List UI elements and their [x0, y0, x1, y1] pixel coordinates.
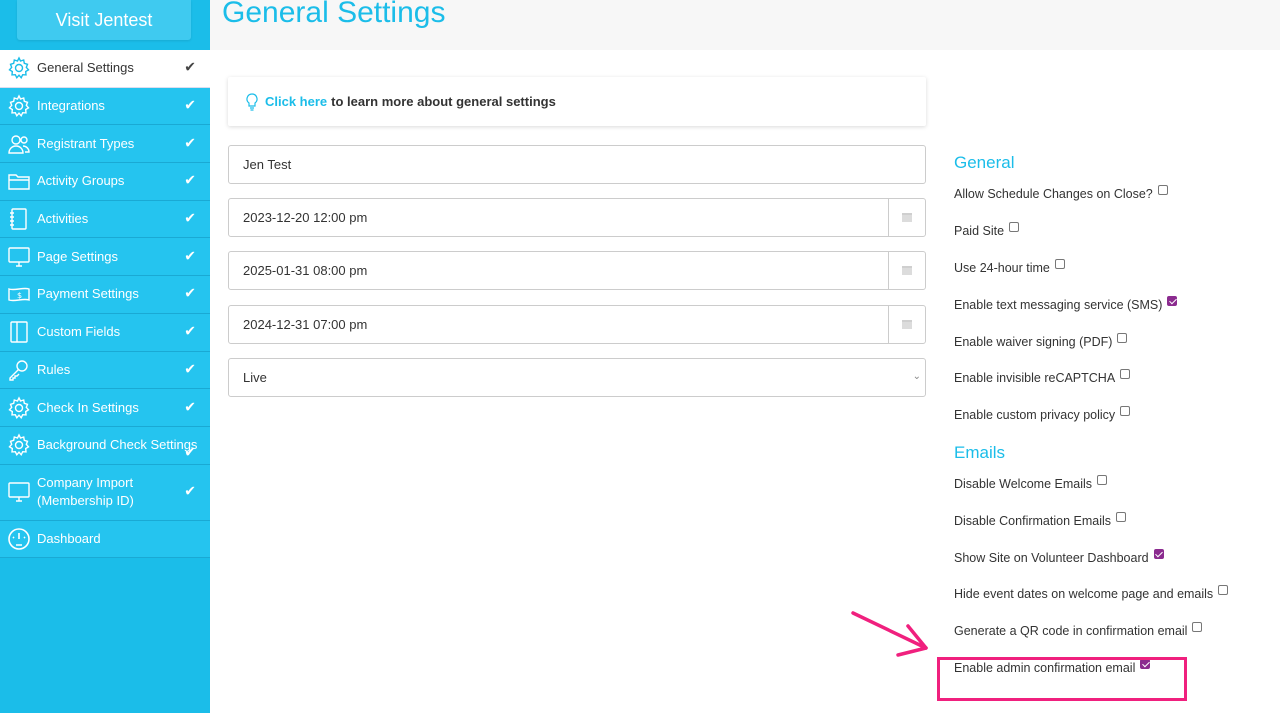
start-date-input[interactable]: 2023-12-20 12:00 pm	[228, 198, 926, 237]
checkbox[interactable]	[1218, 585, 1229, 596]
folder-icon	[0, 167, 37, 195]
calendar-icon[interactable]	[888, 199, 925, 236]
check-icon: ✔	[184, 398, 196, 415]
checkbox[interactable]	[1120, 369, 1131, 380]
sidebar-item-integrations[interactable]: Integrations ✔	[0, 87, 210, 126]
checkbox[interactable]	[1192, 622, 1203, 633]
check-icon: ✔	[184, 360, 196, 377]
gear-icon	[0, 394, 37, 422]
option-allow-schedule-changes: Allow Schedule Changes on Close?	[954, 176, 1274, 213]
option-sms: Enable text messaging service (SMS)	[954, 286, 1274, 323]
check-icon: ✔	[184, 96, 196, 113]
end-date-value: 2025-01-31 08:00 pm	[243, 263, 368, 278]
option-qr-code: Generate a QR code in confirmation email	[954, 613, 1274, 650]
lightbulb-icon	[246, 92, 258, 111]
option-24-hour-time: Use 24-hour time	[954, 250, 1274, 287]
sidebar-nav: General Settings ✔ Integrations ✔ Regist…	[0, 50, 210, 559]
checkbox[interactable]	[1167, 295, 1178, 306]
sidebar-item-background-check-settings[interactable]: Background Check Settings ✔	[0, 426, 210, 465]
sidebar-item-company-import[interactable]: Company Import (Membership ID) ✔	[0, 464, 210, 521]
close-date-input[interactable]: 2024-12-31 07:00 pm	[228, 305, 926, 344]
site-name-value: Jen Test	[243, 157, 292, 172]
money-icon: $	[0, 280, 37, 308]
highlight-box	[937, 657, 1187, 701]
chevron-down-icon: ⌄	[912, 371, 921, 382]
sidebar-item-dashboard[interactable]: Dashboard	[0, 520, 210, 559]
dashboard-icon	[0, 525, 37, 553]
status-select[interactable]: Live ⌄	[228, 358, 926, 397]
sidebar-item-activities[interactable]: Activities ✔	[0, 200, 210, 239]
key-icon	[0, 356, 37, 384]
monitor-icon	[0, 243, 37, 271]
visit-site-button[interactable]: Visit Jentest	[17, 0, 191, 40]
general-section-title: General	[954, 153, 1015, 172]
sidebar-item-activity-groups[interactable]: Activity Groups ✔	[0, 163, 210, 201]
calendar-icon[interactable]	[888, 252, 925, 289]
learn-more-link[interactable]: Click here	[265, 94, 327, 109]
option-hide-event-dates: Hide event dates on welcome page and ema…	[954, 576, 1274, 613]
sidebar-item-registrant-types[interactable]: Registrant Types ✔	[0, 125, 210, 164]
option-volunteer-dashboard: Show Site on Volunteer Dashboard	[954, 539, 1274, 576]
check-icon: ✔	[184, 172, 196, 189]
check-icon: ✔	[184, 58, 196, 75]
svg-text:$: $	[17, 291, 22, 300]
checkbox[interactable]	[1117, 332, 1128, 343]
sidebar-item-rules[interactable]: Rules ✔	[0, 351, 210, 390]
checkbox[interactable]	[1157, 185, 1168, 196]
sidebar-item-check-in-settings[interactable]: Check In Settings ✔	[0, 389, 210, 427]
gear-icon	[0, 92, 37, 120]
sidebar-item-label: Dashboard	[37, 530, 101, 546]
option-recaptcha: Enable invisible reCAPTCHA	[954, 360, 1274, 397]
info-text: to learn more about general settings	[331, 94, 556, 109]
check-icon: ✔	[184, 247, 196, 264]
sidebar-item-custom-fields[interactable]: Custom Fields ✔	[0, 313, 210, 352]
checkbox[interactable]	[1116, 511, 1127, 522]
check-icon: ✔	[184, 285, 196, 302]
calendar-icon[interactable]	[888, 306, 925, 343]
sidebar: Visit Jentest General Settings ✔ Integra…	[0, 0, 210, 713]
page-title: General Settings	[222, 0, 446, 29]
sidebar-item-page-settings[interactable]: Page Settings ✔	[0, 238, 210, 277]
check-icon: ✔	[184, 134, 196, 151]
checkbox[interactable]	[1097, 474, 1108, 485]
emails-section-title: Emails	[954, 442, 1006, 462]
info-banner: Click here to learn more about general s…	[228, 77, 926, 126]
checkbox[interactable]	[1054, 258, 1065, 269]
checkbox[interactable]	[1009, 222, 1020, 233]
end-date-input[interactable]: 2025-01-31 08:00 pm	[228, 251, 926, 290]
users-icon	[0, 130, 37, 158]
status-value: Live	[243, 370, 267, 385]
check-icon: ✔	[184, 443, 196, 460]
start-date-value: 2023-12-20 12:00 pm	[243, 210, 368, 225]
check-icon: ✔	[184, 482, 196, 499]
option-waiver-signing: Enable waiver signing (PDF)	[954, 323, 1274, 360]
page-header: General Settings	[210, 0, 1280, 50]
checkbox[interactable]	[1120, 406, 1131, 417]
pointer-arrow-icon	[851, 611, 928, 657]
option-paid-site: Paid Site	[954, 213, 1274, 250]
monitor-icon	[0, 478, 37, 506]
sidebar-item-payment-settings[interactable]: $ Payment Settings ✔	[0, 276, 210, 314]
site-name-input[interactable]: Jen Test	[228, 145, 926, 184]
option-disable-confirmation-emails: Disable Confirmation Emails	[954, 502, 1274, 539]
option-disable-welcome-emails: Disable Welcome Emails	[954, 466, 1274, 503]
gear-icon	[0, 54, 37, 82]
check-icon: ✔	[184, 209, 196, 226]
option-privacy-policy: Enable custom privacy policy	[954, 397, 1274, 434]
gear-icon	[0, 431, 37, 459]
sidebar-item-general-settings[interactable]: General Settings ✔	[0, 50, 210, 88]
notebook-icon	[0, 205, 37, 233]
checkbox[interactable]	[1153, 548, 1164, 559]
check-icon: ✔	[184, 322, 196, 339]
close-date-value: 2024-12-31 07:00 pm	[243, 317, 368, 332]
settings-panel: General Allow Schedule Changes on Close?…	[954, 150, 1274, 686]
book-icon	[0, 318, 37, 346]
